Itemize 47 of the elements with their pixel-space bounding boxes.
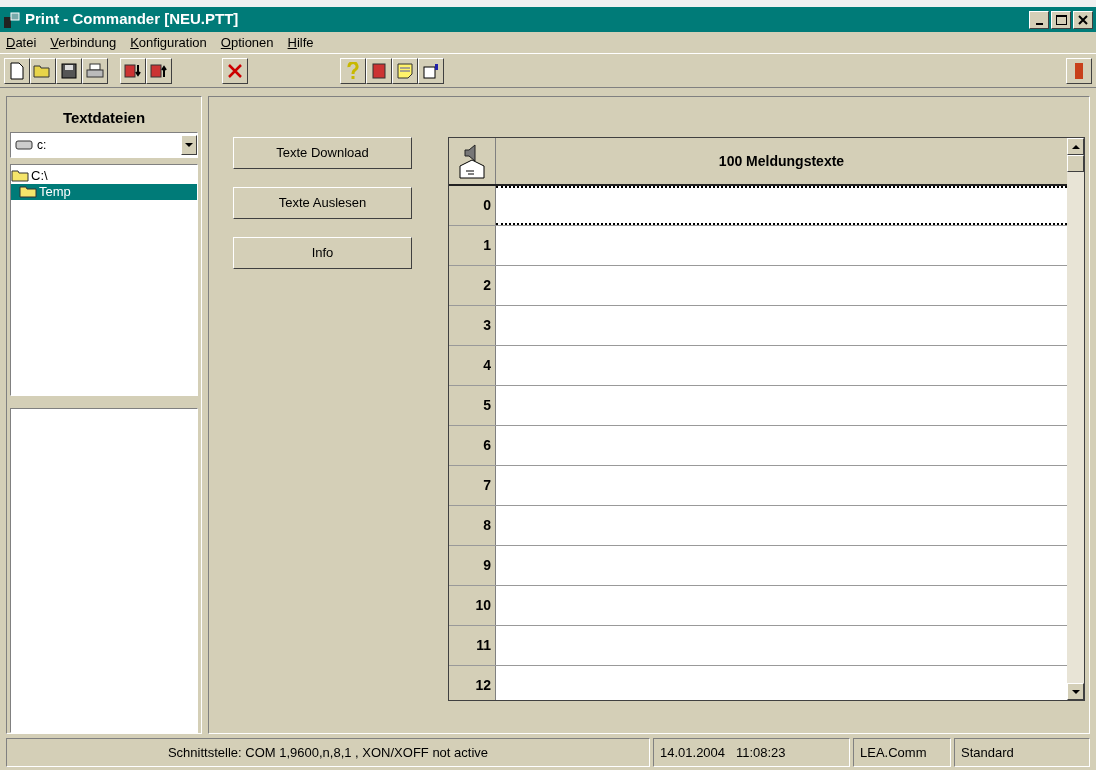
text-cell[interactable] [496,386,1067,425]
status-field: Schnittstelle: COM 1,9600,n,8,1 , XON/XOFF not active [6,738,650,767]
text-cell[interactable] [496,306,1067,345]
text-cell[interactable] [496,186,1067,225]
text-cell[interactable] [496,346,1067,385]
menu-item[interactable]: Hilfe [287,32,314,53]
panel-title: Textdateien [61,108,147,128]
scroll-up-arrow-icon[interactable] [1071,144,1080,149]
action-button[interactable]: Texte Download [233,137,412,169]
open-folder-icon[interactable] [30,57,56,84]
status-field: LEA.Comm [853,738,951,767]
speaker-envelope-icon [457,141,487,181]
status-field: 14.01.2004 11:08:23 [653,738,850,767]
scroll-down-arrow-icon[interactable] [1071,689,1080,694]
minimize-button[interactable] [1029,10,1049,29]
drive-icon [15,139,33,150]
new-file-icon[interactable] [4,57,30,84]
close-icon [1078,14,1088,25]
action-button[interactable]: Info [233,237,412,269]
close-button[interactable] [1073,10,1093,29]
save-icon[interactable] [56,57,82,84]
menu-item[interactable]: Datei [6,32,37,53]
properties-icon[interactable] [418,57,444,84]
action-button[interactable]: Texte Auslesen [233,187,412,219]
drive-select[interactable]: c: [10,131,198,158]
menu-item[interactable]: Optionen [220,32,274,53]
text-cell[interactable] [496,226,1067,265]
status-field: Standard [954,738,1090,767]
delete-icon[interactable] [222,57,248,84]
window-title: Print - Commander [NEU.PTT] [25,9,239,30]
text-cell[interactable] [496,666,1067,700]
folder-item[interactable]: Temp [11,183,197,200]
menu-item[interactable]: Verbindung [50,32,117,53]
text-cell[interactable] [496,546,1067,585]
scroll-thumb[interactable] [1067,155,1084,172]
note-icon[interactable] [392,57,418,84]
help-icon[interactable] [340,57,366,84]
text-cell[interactable] [496,466,1067,505]
text-cell[interactable] [496,586,1067,625]
text-cell[interactable] [496,426,1067,465]
text-cell[interactable] [496,506,1067,545]
text-cell[interactable] [496,266,1067,305]
menu-item[interactable]: Konfiguration [130,32,207,53]
folder-icon [19,185,37,198]
maximize-button[interactable] [1051,10,1071,29]
folder-item[interactable]: C:\ [11,167,197,184]
text-cell[interactable] [496,626,1067,665]
